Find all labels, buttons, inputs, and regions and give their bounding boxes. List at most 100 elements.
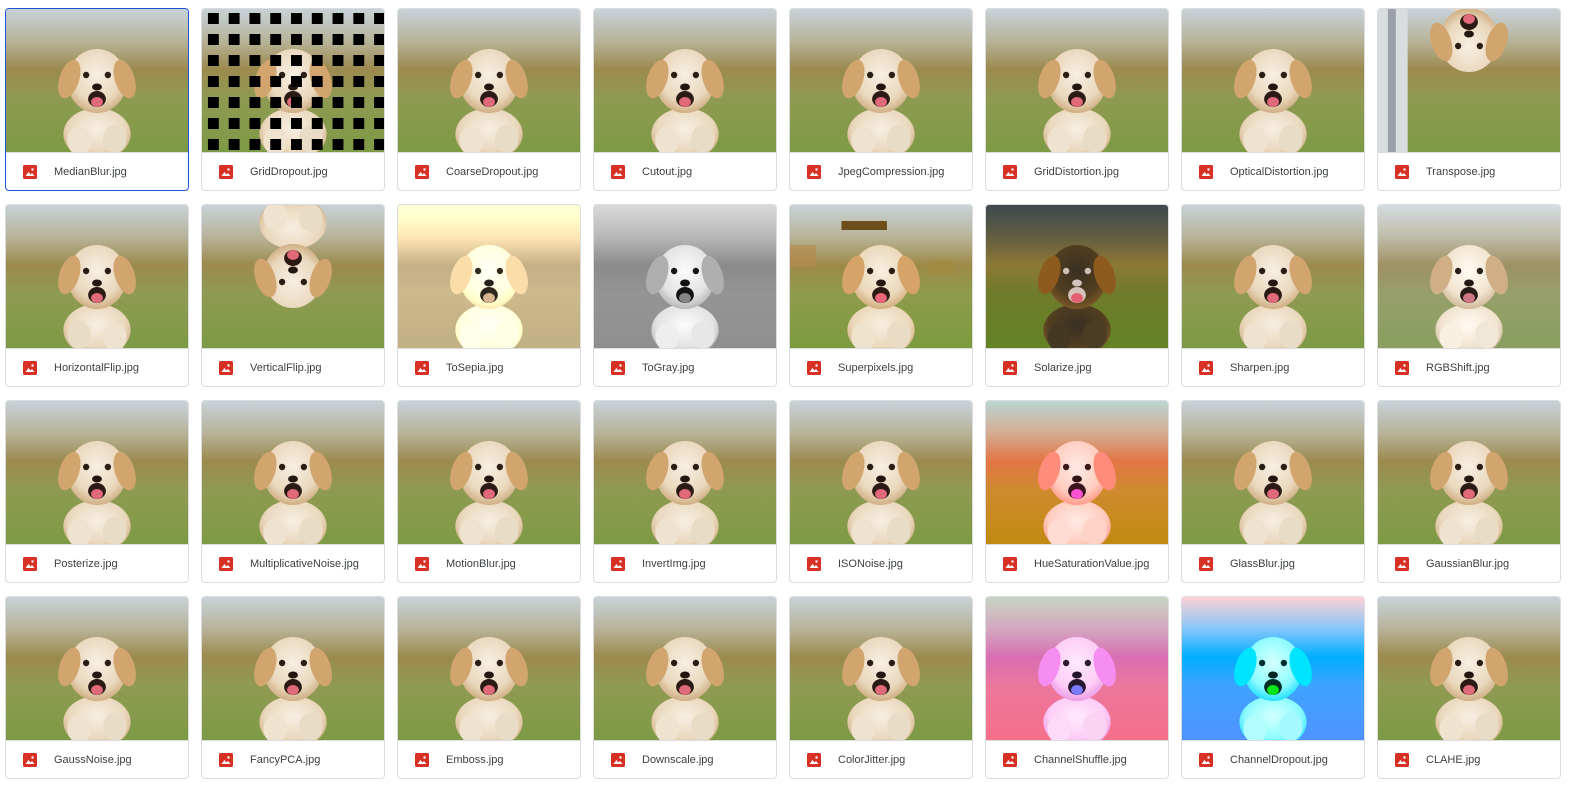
image-file-icon <box>1199 164 1213 179</box>
file-thumbnail <box>1378 9 1560 152</box>
file-caption: MultiplicativeNoise.jpg <box>202 544 384 582</box>
file-caption: GridDistortion.jpg <box>986 152 1168 190</box>
file-name: Downscale.jpg <box>642 753 714 766</box>
file-card[interactable]: HueSaturationValue.jpg <box>985 400 1169 583</box>
file-name: Superpixels.jpg <box>838 361 914 374</box>
puppy-thumbnail-image <box>398 401 580 544</box>
file-thumbnail <box>1378 597 1560 740</box>
file-card[interactable]: CLAHE.jpg <box>1377 596 1561 779</box>
puppy-thumbnail-image <box>202 401 384 544</box>
file-caption: MedianBlur.jpg <box>6 152 188 190</box>
image-file-icon <box>415 752 429 767</box>
file-card[interactable]: InvertImg.jpg <box>593 400 777 583</box>
file-thumbnail <box>202 205 384 348</box>
file-caption: ISONoise.jpg <box>790 544 972 582</box>
file-caption: FancyPCA.jpg <box>202 740 384 778</box>
image-file-icon <box>415 164 429 179</box>
puppy-thumbnail-image <box>1378 205 1560 348</box>
file-card[interactable]: CoarseDropout.jpg <box>397 8 581 191</box>
file-thumbnail <box>986 205 1168 348</box>
file-thumbnail <box>986 9 1168 152</box>
file-thumbnail <box>1182 597 1364 740</box>
image-file-icon <box>611 752 625 767</box>
file-name: GlassBlur.jpg <box>1230 557 1295 570</box>
file-thumbnail <box>790 205 972 348</box>
file-name: GaussNoise.jpg <box>54 753 132 766</box>
file-thumbnail <box>6 205 188 348</box>
image-file-icon <box>1199 752 1213 767</box>
puppy-thumbnail-image <box>790 205 972 348</box>
puppy-thumbnail-image <box>986 401 1168 544</box>
image-file-icon <box>1199 360 1213 375</box>
file-card[interactable]: Emboss.jpg <box>397 596 581 779</box>
file-card[interactable]: ColorJitter.jpg <box>789 596 973 779</box>
file-card[interactable]: MedianBlur.jpg <box>5 8 189 191</box>
file-caption: VerticalFlip.jpg <box>202 348 384 386</box>
file-card[interactable]: Sharpen.jpg <box>1181 204 1365 387</box>
image-file-icon <box>611 164 625 179</box>
puppy-thumbnail-image <box>986 205 1168 348</box>
file-caption: CoarseDropout.jpg <box>398 152 580 190</box>
file-caption: GlassBlur.jpg <box>1182 544 1364 582</box>
file-card[interactable]: Transpose.jpg <box>1377 8 1561 191</box>
file-card[interactable]: FancyPCA.jpg <box>201 596 385 779</box>
file-card[interactable]: JpegCompression.jpg <box>789 8 973 191</box>
file-thumbnail <box>1378 205 1560 348</box>
image-file-icon <box>219 752 233 767</box>
file-name: Emboss.jpg <box>446 753 504 766</box>
file-card[interactable]: Posterize.jpg <box>5 400 189 583</box>
image-file-icon <box>23 164 37 179</box>
file-card[interactable]: Solarize.jpg <box>985 204 1169 387</box>
file-card[interactable]: ToSepia.jpg <box>397 204 581 387</box>
puppy-thumbnail-image <box>6 205 188 348</box>
file-card[interactable]: ChannelShuffle.jpg <box>985 596 1169 779</box>
image-file-icon <box>219 556 233 571</box>
puppy-thumbnail-image <box>398 9 580 152</box>
file-caption: ChannelShuffle.jpg <box>986 740 1168 778</box>
file-card[interactable]: GlassBlur.jpg <box>1181 400 1365 583</box>
file-card[interactable]: GridDropout.jpg <box>201 8 385 191</box>
file-card[interactable]: ToGray.jpg <box>593 204 777 387</box>
file-thumbnail <box>594 401 776 544</box>
image-file-icon <box>415 360 429 375</box>
file-card[interactable]: ISONoise.jpg <box>789 400 973 583</box>
file-card[interactable]: Superpixels.jpg <box>789 204 973 387</box>
file-card[interactable]: GridDistortion.jpg <box>985 8 1169 191</box>
file-card[interactable]: ChannelDropout.jpg <box>1181 596 1365 779</box>
file-card[interactable]: HorizontalFlip.jpg <box>5 204 189 387</box>
file-grid: MedianBlur.jpg GridDropout.jpg CoarseDro… <box>5 8 1561 779</box>
file-card[interactable]: MultiplicativeNoise.jpg <box>201 400 385 583</box>
puppy-thumbnail-image <box>1182 401 1364 544</box>
file-thumbnail <box>202 9 384 152</box>
file-caption: OpticalDistortion.jpg <box>1182 152 1364 190</box>
file-card[interactable]: MotionBlur.jpg <box>397 400 581 583</box>
puppy-thumbnail-image <box>986 597 1168 740</box>
puppy-thumbnail-image <box>790 401 972 544</box>
file-thumbnail <box>790 597 972 740</box>
file-name: FancyPCA.jpg <box>250 753 321 766</box>
puppy-thumbnail-image <box>594 401 776 544</box>
file-caption: ToGray.jpg <box>594 348 776 386</box>
file-card[interactable]: RGBShift.jpg <box>1377 204 1561 387</box>
file-card[interactable]: Cutout.jpg <box>593 8 777 191</box>
file-card[interactable]: VerticalFlip.jpg <box>201 204 385 387</box>
file-card[interactable]: GaussNoise.jpg <box>5 596 189 779</box>
file-name: Transpose.jpg <box>1426 165 1496 178</box>
file-card[interactable]: OpticalDistortion.jpg <box>1181 8 1365 191</box>
file-name: Sharpen.jpg <box>1230 361 1290 374</box>
file-name: ToSepia.jpg <box>446 361 504 374</box>
image-file-icon <box>611 556 625 571</box>
file-name: GaussianBlur.jpg <box>1426 557 1510 570</box>
file-card[interactable]: Downscale.jpg <box>593 596 777 779</box>
puppy-thumbnail-image <box>790 9 972 152</box>
file-thumbnail <box>6 401 188 544</box>
file-caption: GridDropout.jpg <box>202 152 384 190</box>
file-name: RGBShift.jpg <box>1426 361 1490 374</box>
image-file-icon <box>1199 556 1213 571</box>
file-name: Cutout.jpg <box>642 165 693 178</box>
file-card[interactable]: GaussianBlur.jpg <box>1377 400 1561 583</box>
puppy-thumbnail-image <box>594 597 776 740</box>
file-caption: Cutout.jpg <box>594 152 776 190</box>
puppy-thumbnail-image <box>1378 9 1560 152</box>
image-file-icon <box>807 556 821 571</box>
